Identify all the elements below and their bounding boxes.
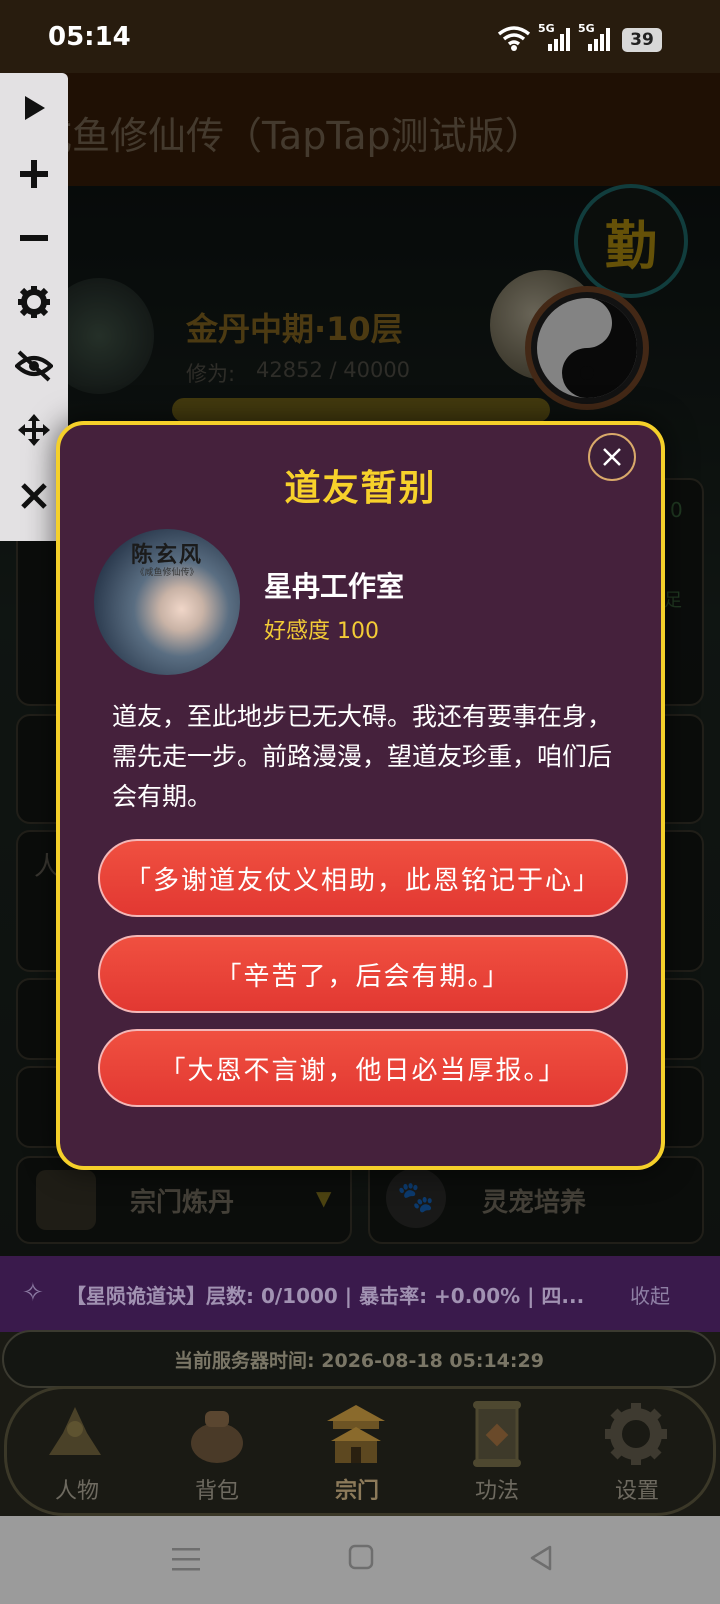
nav-label-active: 宗门: [334, 1479, 379, 1504]
system-nav-bar: [0, 1516, 720, 1604]
plus-icon[interactable]: [0, 143, 68, 205]
status-time: 05:14: [48, 22, 131, 52]
npc-avatar: 陈玄风 《咸鱼修仙传》: [94, 529, 240, 675]
buff-ticker: ✧ 【星陨诡道诀】层数: 0/1000 | 暴击率: +0.00% | 四...…: [0, 1256, 720, 1332]
character-icon: [49, 1407, 101, 1455]
bag-icon: [191, 1411, 243, 1463]
nav-technique[interactable]: 功法: [425, 1389, 569, 1513]
nav-character[interactable]: 人物: [5, 1389, 149, 1513]
collapse-button[interactable]: 收起: [630, 1280, 670, 1309]
home-icon[interactable]: [348, 1544, 374, 1570]
farewell-dialog: 道友暂别 陈玄风 《咸鱼修仙传》 星冉工作室 好感度 100 道友，至此地步已无…: [56, 421, 665, 1170]
battery-icon: 39: [622, 28, 662, 52]
minus-icon[interactable]: [0, 207, 68, 269]
server-time-bar: 当前服务器时间: 2026-08-18 05:14:29: [2, 1330, 716, 1388]
avatar-subcaption: 《咸鱼修仙传》: [135, 568, 199, 578]
play-icon[interactable]: [0, 77, 68, 139]
scroll-icon: [473, 1401, 521, 1467]
npc-name: 星冉工作室: [264, 570, 405, 603]
settings-gear-icon: [605, 1403, 667, 1465]
dialog-message: 道友，至此地步已无大碍。我还有要事在身，需先走一步。前路漫漫，望道友珍重，咱们后…: [112, 702, 613, 811]
dialog-option-2[interactable]: 「辛苦了，后会有期。」: [98, 935, 628, 1013]
close-icon: [603, 448, 621, 466]
signal-icon: [546, 26, 572, 56]
wifi-icon: [497, 24, 531, 56]
dialog-option-3[interactable]: 「大恩不言谢，他日必当厚报。」: [98, 1029, 628, 1107]
gear-icon[interactable]: [0, 271, 68, 333]
eye-off-icon[interactable]: [0, 335, 68, 397]
dialog-option-1[interactable]: 「多谢道友仗义相助，此恩铭记于心」: [98, 839, 628, 917]
nav-label: 设置: [614, 1479, 659, 1504]
nav-label: 背包: [194, 1479, 239, 1504]
temple-icon: [327, 1405, 385, 1463]
menu-icon[interactable]: [172, 1546, 200, 1572]
nav-sect[interactable]: 宗门: [285, 1389, 429, 1513]
dialog-title: 道友暂别: [284, 468, 437, 509]
nav-bag[interactable]: 背包: [145, 1389, 289, 1513]
dialog-close-button[interactable]: [588, 433, 636, 481]
ticker-text: 【星陨诡道诀】层数: 0/1000 | 暴击率: +0.00% | 四...: [66, 1284, 585, 1308]
server-time: 当前服务器时间: 2026-08-18 05:14:29: [174, 1350, 544, 1372]
battery-level: 39: [630, 30, 654, 50]
nav-label: 人物: [54, 1479, 99, 1504]
signal-icon-2: [586, 26, 612, 56]
nav-label: 功法: [474, 1479, 519, 1504]
sparkle-icon: ✧: [22, 1278, 44, 1308]
nav-settings[interactable]: 设置: [565, 1389, 709, 1513]
status-bar: 05:14 5G 5G 39: [0, 0, 720, 73]
bottom-nav: 人物 背包 宗门 功法 设置: [4, 1386, 716, 1516]
affinity-label: 好感度 100: [264, 619, 379, 644]
back-icon[interactable]: [528, 1544, 554, 1572]
